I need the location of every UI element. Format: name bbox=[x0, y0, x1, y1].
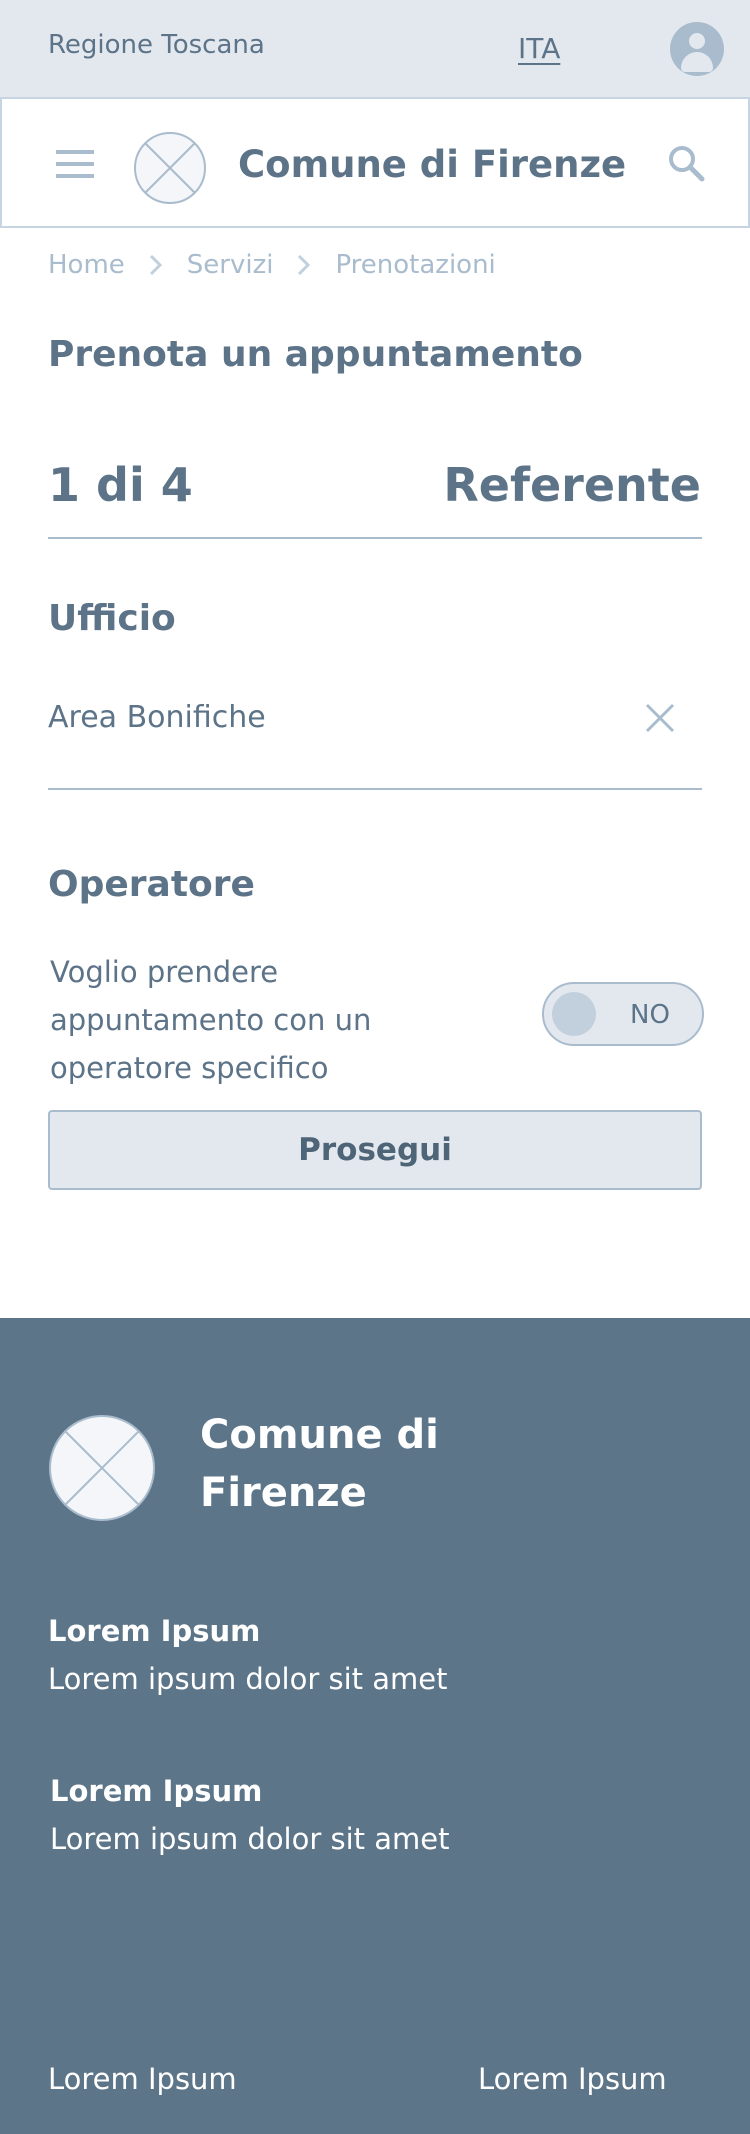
top-bar: Regione Toscana ITA bbox=[0, 0, 750, 97]
site-footer: Comune di Firenze Lorem Ipsum Lorem ipsu… bbox=[0, 1318, 750, 2134]
operatore-description: Voglio prendere appuntamento con un oper… bbox=[50, 955, 372, 1085]
breadcrumb-item-servizi[interactable]: Servizi bbox=[187, 250, 274, 280]
footer-block-text: Lorem ipsum dolor sit amet bbox=[48, 1662, 448, 1696]
breadcrumb-item-prenotazioni[interactable]: Prenotazioni bbox=[335, 250, 495, 280]
user-avatar-icon[interactable] bbox=[670, 22, 724, 76]
footer-brand: Comune di Firenze bbox=[200, 1412, 439, 1516]
toggle-state-label: NO bbox=[630, 1000, 670, 1030]
logo-placeholder-icon[interactable] bbox=[133, 131, 207, 205]
breadcrumb: Home Servizi Prenotazioni bbox=[48, 248, 496, 282]
site-title[interactable]: Comune di Firenze bbox=[238, 143, 626, 186]
operatore-label: Operatore bbox=[48, 864, 255, 905]
ufficio-value[interactable]: Area Bonifiche bbox=[48, 700, 266, 735]
user-head-shape bbox=[689, 33, 705, 49]
hamburger-menu-icon[interactable] bbox=[56, 150, 94, 178]
footer-block-title: Lorem Ipsum bbox=[50, 1774, 263, 1808]
breadcrumb-item-home[interactable]: Home bbox=[48, 250, 125, 280]
language-selector[interactable]: ITA bbox=[518, 32, 560, 65]
operatore-toggle[interactable]: NO bbox=[542, 982, 704, 1046]
step-counter: 1 di 4 bbox=[48, 458, 193, 512]
ufficio-field[interactable]: Area Bonifiche bbox=[48, 690, 702, 790]
footer-link[interactable]: Lorem Ipsum bbox=[478, 2062, 667, 2096]
page-title: Prenota un appuntamento bbox=[48, 334, 583, 375]
logo-placeholder-icon bbox=[49, 1415, 155, 1521]
step-name: Referente bbox=[443, 458, 701, 512]
footer-block-title: Lorem Ipsum bbox=[48, 1614, 261, 1648]
chevron-right-icon bbox=[149, 254, 162, 276]
search-icon[interactable] bbox=[666, 143, 706, 183]
toggle-knob[interactable] bbox=[552, 992, 596, 1036]
site-header: Comune di Firenze bbox=[0, 97, 750, 228]
continue-button[interactable]: Prosegui bbox=[48, 1110, 702, 1190]
footer-block-text: Lorem ipsum dolor sit amet bbox=[50, 1822, 450, 1856]
user-shoulders-shape bbox=[681, 52, 713, 72]
footer-link[interactable]: Lorem Ipsum bbox=[48, 2062, 237, 2096]
chevron-right-icon bbox=[298, 254, 311, 276]
step-divider bbox=[48, 537, 702, 539]
ufficio-label: Ufficio bbox=[48, 598, 176, 639]
close-icon[interactable] bbox=[644, 702, 676, 734]
region-link[interactable]: Regione Toscana bbox=[48, 30, 265, 60]
